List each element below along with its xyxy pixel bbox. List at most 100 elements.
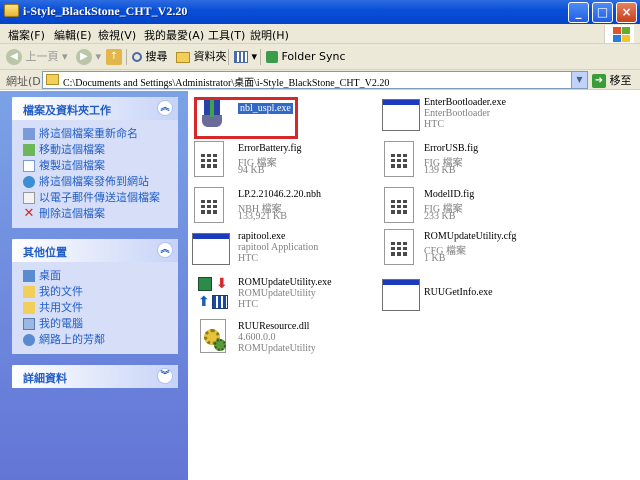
- details-panel-header[interactable]: 詳細資料 ︾: [12, 365, 178, 388]
- go-button[interactable]: ➜ 移至: [592, 72, 632, 88]
- place-desktop[interactable]: 桌面: [23, 268, 178, 284]
- network-icon: [23, 334, 35, 346]
- task-rename[interactable]: 將這個檔案重新命名: [23, 126, 178, 142]
- window-title: i-Style_BlackStone_CHT_V2.20: [23, 4, 188, 18]
- place-label: 共用文件: [39, 301, 83, 314]
- file-item[interactable]: RUUGetInfo.exe: [382, 275, 582, 315]
- desktop-icon: [23, 270, 35, 282]
- document-icon: [384, 229, 414, 265]
- file-item[interactable]: ⬇ ⬆ ROMUpdateUtility.exe ROMUpdateUtilit…: [192, 275, 392, 315]
- collapse-icon[interactable]: ︽: [157, 242, 173, 258]
- minimize-button[interactable]: _: [568, 2, 589, 23]
- details-panel-title: 詳細資料: [23, 372, 67, 385]
- task-label: 刪除這個檔案: [39, 207, 105, 220]
- file-item[interactable]: nbl_uspl.exe: [192, 95, 392, 139]
- file-description: ROMUpdateUtility: [238, 343, 316, 354]
- file-item[interactable]: ErrorUSB.fig FIG 檔案 139 KB: [382, 141, 582, 181]
- dll-icon: [196, 319, 232, 355]
- task-copy[interactable]: 複製這個檔案: [23, 158, 178, 174]
- folders-button[interactable]: 資料夾: [176, 48, 227, 66]
- address-input[interactable]: C:\Documents and Settings\Administrator\…: [42, 71, 588, 89]
- task-label: 移動這個檔案: [39, 143, 105, 156]
- menu-tools[interactable]: 工具(T): [208, 27, 245, 43]
- task-delete[interactable]: ✕ 刪除這個檔案: [23, 206, 178, 222]
- menu-file[interactable]: 檔案(F): [8, 27, 45, 43]
- address-path: C:\Documents and Settings\Administrator\…: [63, 78, 390, 89]
- file-item[interactable]: LP.2.21046.2.20.nbh NBH 檔案 133,921 KB: [192, 187, 392, 227]
- file-company: HTC: [424, 119, 444, 130]
- file-list: nbl_uspl.exe EnterBootloader.exe EnterBo…: [188, 91, 640, 480]
- chevron-down-icon[interactable]: ▼: [571, 72, 587, 88]
- folder-icon: [23, 286, 35, 298]
- places-panel: 其他位置 ︽ 桌面 我的文件 共用文件 我的電腦 網路上的芳鄰: [12, 239, 178, 354]
- menu-view[interactable]: 檢視(V): [98, 27, 136, 43]
- task-pane: 檔案及資料夾工作 ︽ 將這個檔案重新命名 移動這個檔案 複製這個檔案 將這個檔案…: [0, 91, 188, 480]
- file-company: HTC: [238, 253, 258, 264]
- place-network[interactable]: 網路上的芳鄰: [23, 332, 178, 348]
- folder-sync-button[interactable]: Folder Sync: [266, 48, 346, 66]
- file-version: 4.600.0.0: [238, 332, 276, 343]
- window-exe-icon: [192, 233, 230, 265]
- task-email[interactable]: 以電子郵件傳送這個檔案: [23, 190, 178, 206]
- details-panel: 詳細資料 ︾: [12, 365, 178, 388]
- forward-arrow-icon: ▶: [76, 49, 92, 65]
- folder-icon: [176, 51, 190, 63]
- views-button[interactable]: ▾: [234, 48, 257, 66]
- file-company: HTC: [238, 299, 258, 310]
- search-button[interactable]: 搜尋: [132, 48, 168, 66]
- file-name: ErrorBattery.fig: [238, 143, 302, 154]
- go-arrow-icon: ➜: [592, 74, 606, 88]
- address-bar: 網址(D) C:\Documents and Settings\Administ…: [0, 70, 640, 90]
- rename-icon: [23, 128, 35, 140]
- maximize-button[interactable]: □: [592, 2, 613, 23]
- forward-button[interactable]: ▶ ▾: [76, 48, 101, 66]
- menu-bar: 檔案(F) 編輯(E) 檢視(V) 我的最愛(A) 工具(T) 說明(H): [0, 24, 640, 44]
- views-icon: [234, 51, 248, 63]
- search-label: 搜尋: [145, 50, 168, 63]
- menu-help[interactable]: 說明(H): [250, 27, 289, 43]
- window-exe-icon: [382, 279, 420, 311]
- file-description: ROMUpdateUtility: [238, 288, 316, 299]
- file-description: EnterBootloader: [424, 108, 491, 119]
- go-label: 移至: [609, 74, 632, 87]
- folder-icon: [46, 74, 59, 85]
- up-folder-button[interactable]: ↑: [106, 48, 122, 66]
- toolbar: ◀ 上一頁 ▾ ▶ ▾ ↑ 搜尋 資料夾 ▾ Folder Sync: [0, 44, 640, 70]
- place-shared-documents[interactable]: 共用文件: [23, 300, 178, 316]
- tasks-panel-header[interactable]: 檔案及資料夾工作 ︽: [12, 97, 178, 120]
- folder-icon: [4, 4, 19, 17]
- folder-sync-label: Folder Sync: [281, 50, 346, 63]
- task-label: 將這個檔案發佈到網站: [39, 175, 149, 188]
- file-name: rapitool.exe: [238, 231, 286, 242]
- close-button[interactable]: ×: [616, 2, 637, 23]
- file-name: RUUGetInfo.exe: [424, 287, 493, 298]
- up-folder-icon: ↑: [106, 49, 122, 65]
- file-size: 1 KB: [424, 253, 446, 264]
- menu-edit[interactable]: 編輯(E): [54, 27, 92, 43]
- file-item[interactable]: EnterBootloader.exe EnterBootloader HTC: [382, 95, 582, 135]
- collapse-icon[interactable]: ︽: [157, 100, 173, 116]
- menu-favorites[interactable]: 我的最愛(A): [144, 27, 204, 43]
- back-button[interactable]: ◀ 上一頁 ▾: [6, 48, 68, 66]
- file-name: ROMUpdateUtility.cfg: [424, 231, 517, 242]
- file-name: ErrorUSB.fig: [424, 143, 479, 154]
- task-move[interactable]: 移動這個檔案: [23, 142, 178, 158]
- file-item[interactable]: ModelID.fig FIG 檔案 233 KB: [382, 187, 582, 227]
- task-label: 複製這個檔案: [39, 159, 105, 172]
- expand-icon[interactable]: ︾: [157, 368, 173, 384]
- address-label: 網址(D): [6, 75, 46, 88]
- file-item[interactable]: ErrorBattery.fig FIG 檔案 94 KB: [192, 141, 392, 181]
- places-panel-header[interactable]: 其他位置 ︽: [12, 239, 178, 262]
- place-label: 我的電腦: [39, 317, 83, 330]
- file-item[interactable]: RUUResource.dll 4.600.0.0 ROMUpdateUtili…: [192, 319, 392, 359]
- document-icon: [384, 141, 414, 177]
- search-icon: [132, 52, 142, 62]
- file-item[interactable]: ROMUpdateUtility.cfg CFG 檔案 1 KB: [382, 229, 582, 269]
- file-item[interactable]: rapitool.exe rapitool Application HTC: [192, 229, 392, 269]
- task-publish[interactable]: 將這個檔案發佈到網站: [23, 174, 178, 190]
- title-bar[interactable]: i-Style_BlackStone_CHT_V2.20 _ □ ×: [0, 0, 640, 24]
- place-label: 桌面: [39, 269, 61, 282]
- computer-icon: [23, 318, 35, 330]
- place-my-documents[interactable]: 我的文件: [23, 284, 178, 300]
- place-my-computer[interactable]: 我的電腦: [23, 316, 178, 332]
